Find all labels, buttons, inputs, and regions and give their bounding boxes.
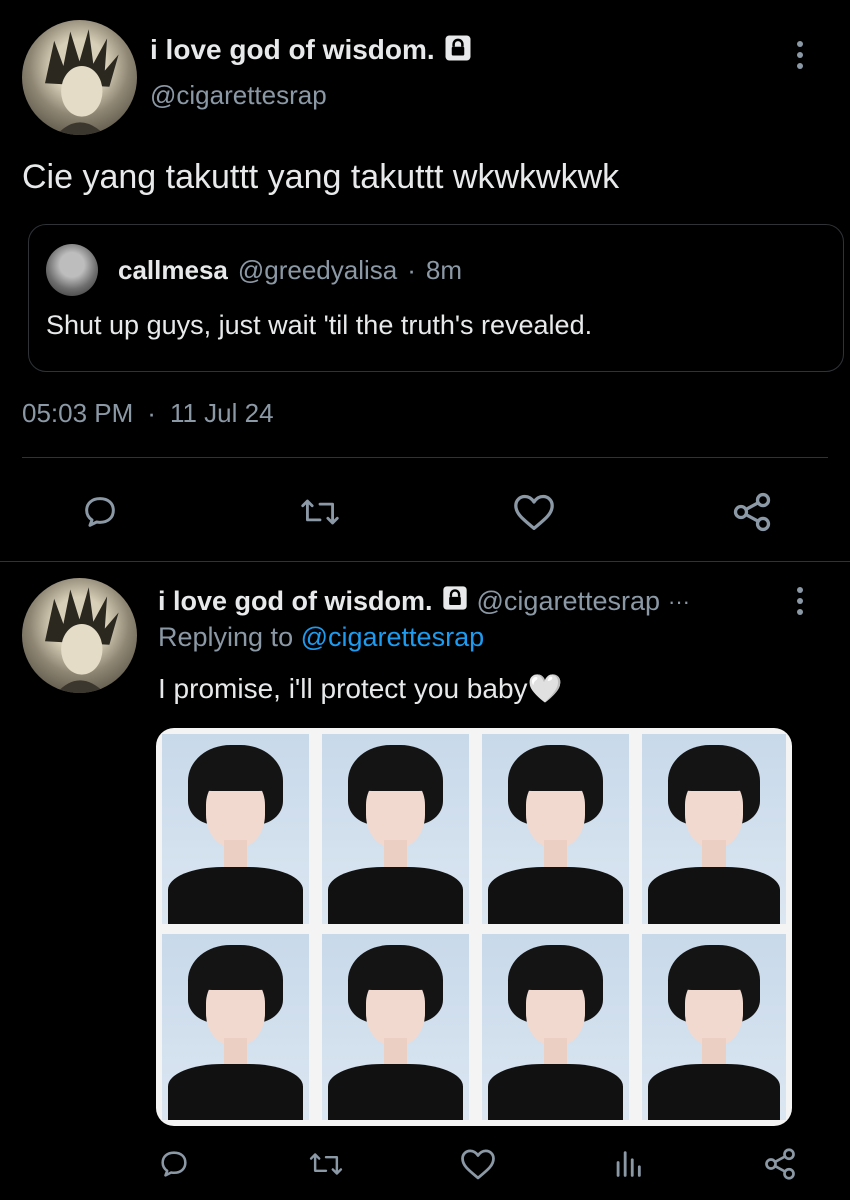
quoted-tweet[interactable]	[28, 224, 844, 372]
tweet-date[interactable]: 11 Jul 24	[170, 398, 274, 429]
views-icon[interactable]	[608, 1146, 648, 1182]
photo-7[interactable]	[482, 934, 629, 1120]
photo-2[interactable]	[322, 734, 469, 924]
quote-separator: ·	[407, 255, 416, 285]
retweet-icon[interactable]	[296, 490, 344, 534]
display-name[interactable]: i love god of wisdom.	[150, 34, 435, 66]
photo-6[interactable]	[322, 934, 469, 1120]
more-vertical-icon[interactable]	[790, 38, 810, 72]
replying-to: Replying to @cigarettesrap	[158, 622, 484, 653]
share-icon[interactable]	[728, 488, 776, 536]
replying-prefix: Replying to	[158, 622, 294, 652]
quote-author-row: callmesa @greedyalisa · 8m	[118, 255, 462, 286]
tweet-time[interactable]: 05:03 PM	[22, 398, 133, 429]
lock-icon	[441, 584, 469, 619]
avatar-reply[interactable]	[22, 578, 137, 693]
quote-text: Shut up guys, just wait 'til the truth's…	[46, 310, 593, 340]
avatar[interactable]	[22, 20, 137, 135]
more-vertical-icon[interactable]	[790, 584, 810, 618]
tweet-text: Cie yang takuttt yang takuttt wkwkwkwk	[22, 158, 620, 196]
divider	[22, 457, 828, 458]
retweet-icon[interactable]	[304, 1146, 348, 1182]
reply-text: I promise, i'll protect you baby🤍	[158, 673, 563, 704]
reply-handle[interactable]: @cigarettesrap	[477, 586, 661, 617]
replying-handle-link[interactable]: @cigarettesrap	[301, 622, 485, 652]
quote-time: 8m	[425, 255, 463, 285]
photo-1[interactable]	[162, 734, 309, 924]
reply-display-name[interactable]: i love god of wisdom.	[158, 586, 433, 617]
timestamp-row: 05:03 PM · 11 Jul 24	[22, 398, 274, 429]
lock-icon	[443, 33, 473, 68]
photo-grid[interactable]	[156, 728, 792, 1126]
photo-8[interactable]	[642, 934, 786, 1120]
photo-5[interactable]	[162, 934, 309, 1120]
author-row: i love god of wisdom.	[150, 30, 473, 70]
reply-icon[interactable]	[154, 1146, 194, 1182]
photo-3[interactable]	[482, 734, 629, 924]
reply-icon[interactable]	[78, 490, 122, 534]
share-icon[interactable]	[760, 1144, 800, 1184]
heart-icon[interactable]	[510, 490, 558, 534]
handle[interactable]: @cigarettesrap	[150, 80, 327, 111]
quote-handle: @greedyalisa	[237, 255, 398, 285]
quote-display-name: callmesa	[118, 255, 228, 285]
heart-icon[interactable]	[456, 1146, 500, 1182]
ellipsis: ···	[668, 588, 690, 614]
section-divider	[0, 561, 850, 562]
reply-author-row: i love god of wisdom. @cigarettesrap ···	[158, 584, 690, 619]
timestamp-dot: ·	[147, 398, 156, 428]
photo-4[interactable]	[642, 734, 786, 924]
quote-avatar	[46, 244, 98, 296]
